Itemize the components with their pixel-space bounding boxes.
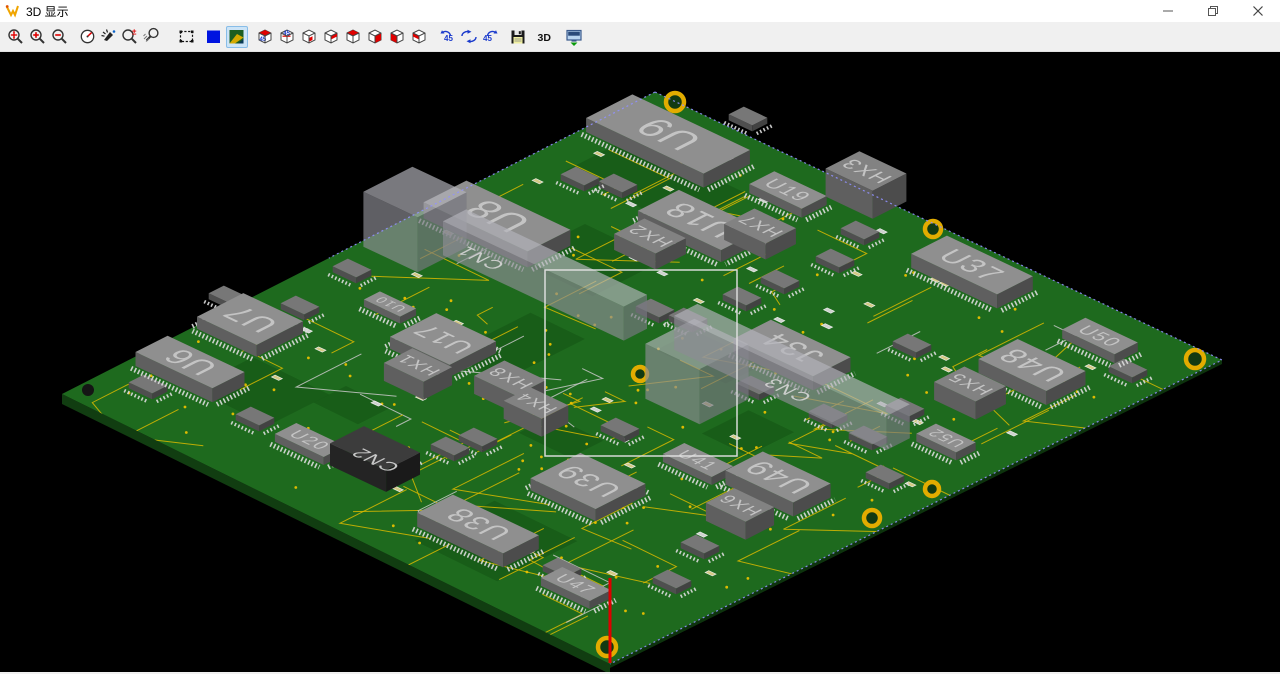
rotate-reset-button[interactable]	[458, 26, 480, 48]
mounting-hole	[925, 221, 941, 237]
zoom-extents-button[interactable]	[5, 26, 27, 48]
app-icon	[4, 3, 20, 19]
view-left-button[interactable]	[386, 26, 408, 48]
window-title: 3D 显示	[26, 3, 69, 20]
rotate-reset-icon	[459, 27, 479, 47]
pcb-3d-scene: U9U19HX3U8U18HX7HX2U37U10U7U50U17J34U6U4…	[0, 52, 1280, 672]
view-top-icon	[343, 27, 363, 47]
rotate-gauge-icon	[78, 27, 98, 47]
display-output-button[interactable]	[563, 26, 585, 48]
rotate-gauge-button[interactable]	[77, 26, 99, 48]
svg-text:3D: 3D	[538, 32, 552, 44]
select-box-icon	[177, 27, 197, 47]
view-back-button[interactable]	[408, 26, 430, 48]
mounting-hole	[864, 510, 880, 526]
view-bottom-icon	[299, 27, 319, 47]
bg-color-blue-button[interactable]	[203, 26, 225, 48]
close-button[interactable]	[1235, 0, 1280, 22]
save-button[interactable]	[507, 26, 529, 48]
view-front-button[interactable]	[364, 26, 386, 48]
zoom-window-button[interactable]	[141, 26, 163, 48]
window-controls	[1145, 0, 1280, 22]
view-top-button[interactable]	[342, 26, 364, 48]
view-iso-45-b-button[interactable]: 45	[276, 26, 298, 48]
zoom-in-button[interactable]	[27, 26, 49, 48]
mounting-hole	[925, 482, 939, 496]
view-left-icon	[387, 27, 407, 47]
view-iso-45-b-icon: 45	[277, 27, 297, 47]
rotate-45-ccw-button[interactable]: 45	[436, 26, 458, 48]
view-bottom-button[interactable]	[298, 26, 320, 48]
pan-hand-icon	[99, 27, 119, 47]
view-front-icon	[365, 27, 385, 47]
board-view-green-icon	[227, 27, 247, 47]
select-box-button[interactable]	[176, 26, 198, 48]
save-icon	[508, 27, 528, 47]
svg-text:±: ±	[132, 28, 137, 37]
mounting-hole	[633, 367, 647, 381]
toolbar: ± 45 45	[0, 23, 1280, 52]
display-output-icon	[564, 27, 584, 47]
view-3d-label-button[interactable]: 3D	[534, 26, 556, 48]
tooling-hole	[82, 384, 94, 396]
restore-button[interactable]	[1190, 0, 1235, 22]
view-back-icon	[409, 27, 429, 47]
mounting-hole	[1186, 350, 1204, 368]
minimize-button[interactable]	[1145, 0, 1190, 22]
titlebar: 3D 显示	[0, 0, 1280, 23]
zoom-extents-icon	[6, 27, 26, 47]
board-view-green-button[interactable]	[226, 26, 248, 48]
mounting-hole	[598, 638, 616, 656]
bg-color-blue-icon	[204, 27, 224, 47]
pan-hand-button[interactable]	[98, 26, 120, 48]
svg-text:45: 45	[444, 34, 453, 43]
view-iso-45-a-icon: 45	[255, 27, 275, 47]
zoom-window-icon	[142, 27, 162, 47]
zoom-in-icon	[28, 27, 48, 47]
svg-text:45: 45	[260, 37, 267, 43]
view-right-icon	[321, 27, 341, 47]
app-window: 3D 显示	[0, 0, 1280, 674]
rotate-45-ccw-icon: 45	[437, 27, 457, 47]
zoom-out-icon	[50, 27, 70, 47]
zoom-dynamic-button[interactable]: ±	[119, 26, 141, 48]
view-3d-label-icon: 3D	[535, 27, 555, 47]
zoom-out-button[interactable]	[49, 26, 71, 48]
rotate-45-cw-icon: 45	[481, 27, 501, 47]
rotate-45-cw-button[interactable]: 45	[480, 26, 502, 48]
view-right-button[interactable]	[320, 26, 342, 48]
viewport-3d[interactable]: U9U19HX3U8U18HX7HX2U37U10U7U50U17J34U6U4…	[0, 52, 1280, 672]
zoom-dynamic-icon: ±	[120, 27, 140, 47]
view-iso-45-a-button[interactable]: 45	[254, 26, 276, 48]
mounting-hole	[666, 93, 684, 111]
